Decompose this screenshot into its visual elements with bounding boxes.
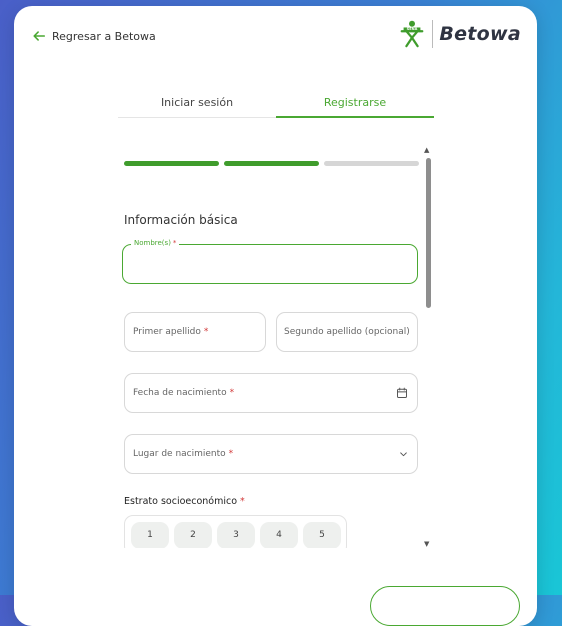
- registration-form: Información básica Nombre(s) * Primer ape…: [118, 146, 436, 548]
- brand-divider: [432, 20, 434, 48]
- scroll-thumb[interactable]: [426, 158, 431, 308]
- brand-name: Betowa: [439, 23, 521, 45]
- arrow-left-icon: [33, 31, 46, 41]
- estrato-option-4[interactable]: 4: [260, 521, 298, 548]
- fecha-nacimiento-field[interactable]: Fecha de nacimiento *: [124, 373, 418, 413]
- nombre-label: Nombre(s) *: [131, 239, 180, 247]
- estrato-option-3[interactable]: 3: [217, 521, 255, 548]
- estrato-option-1[interactable]: 1: [131, 521, 169, 548]
- auth-card: Regresar a Betowa SENA Betowa Iniciar se…: [14, 6, 537, 626]
- scroll-up-arrow-icon[interactable]: ▲: [424, 146, 429, 154]
- estrato-label: Estrato socioeconómico *: [124, 496, 245, 507]
- progress-steps: [124, 161, 419, 166]
- progress-step-1: [124, 161, 219, 166]
- estrato-option-2[interactable]: 2: [174, 521, 212, 548]
- estrato-option-5[interactable]: 5: [303, 521, 341, 548]
- estrato-selector: 1 2 3 4 5: [124, 515, 347, 548]
- svg-text:SENA: SENA: [407, 27, 418, 31]
- tab-iniciar-sesion[interactable]: Iniciar sesión: [118, 88, 276, 118]
- nombre-field[interactable]: Nombre(s) *: [122, 239, 418, 284]
- auth-tabs: Iniciar sesión Registrarse: [118, 88, 434, 118]
- segundo-apellido-field[interactable]: Segundo apellido (opcional): [276, 312, 418, 352]
- sena-logo: SENA: [400, 20, 424, 48]
- primer-apellido-placeholder: Primer apellido: [133, 327, 201, 337]
- segundo-apellido-placeholder: Segundo apellido (opcional): [284, 327, 410, 337]
- section-title: Información básica: [124, 213, 238, 227]
- back-link-label: Regresar a Betowa: [52, 29, 156, 43]
- primer-apellido-field[interactable]: Primer apellido *: [124, 312, 266, 352]
- lugar-nacimiento-select[interactable]: Lugar de nacimiento *: [124, 434, 418, 474]
- scroll-down-arrow-icon[interactable]: ▼: [424, 540, 429, 548]
- lugar-nacimiento-placeholder: Lugar de nacimiento: [133, 449, 226, 459]
- progress-step-3: [324, 161, 419, 166]
- progress-step-2: [224, 161, 319, 166]
- next-button[interactable]: [370, 586, 520, 626]
- tab-registrarse[interactable]: Registrarse: [276, 88, 434, 118]
- fecha-nacimiento-placeholder: Fecha de nacimiento: [133, 388, 227, 398]
- form-scrollbar[interactable]: ▲ ▼: [424, 146, 432, 548]
- back-link[interactable]: Regresar a Betowa: [32, 29, 156, 43]
- brand: SENA Betowa: [398, 20, 521, 48]
- calendar-icon[interactable]: [396, 387, 408, 399]
- chevron-down-icon: [400, 452, 407, 457]
